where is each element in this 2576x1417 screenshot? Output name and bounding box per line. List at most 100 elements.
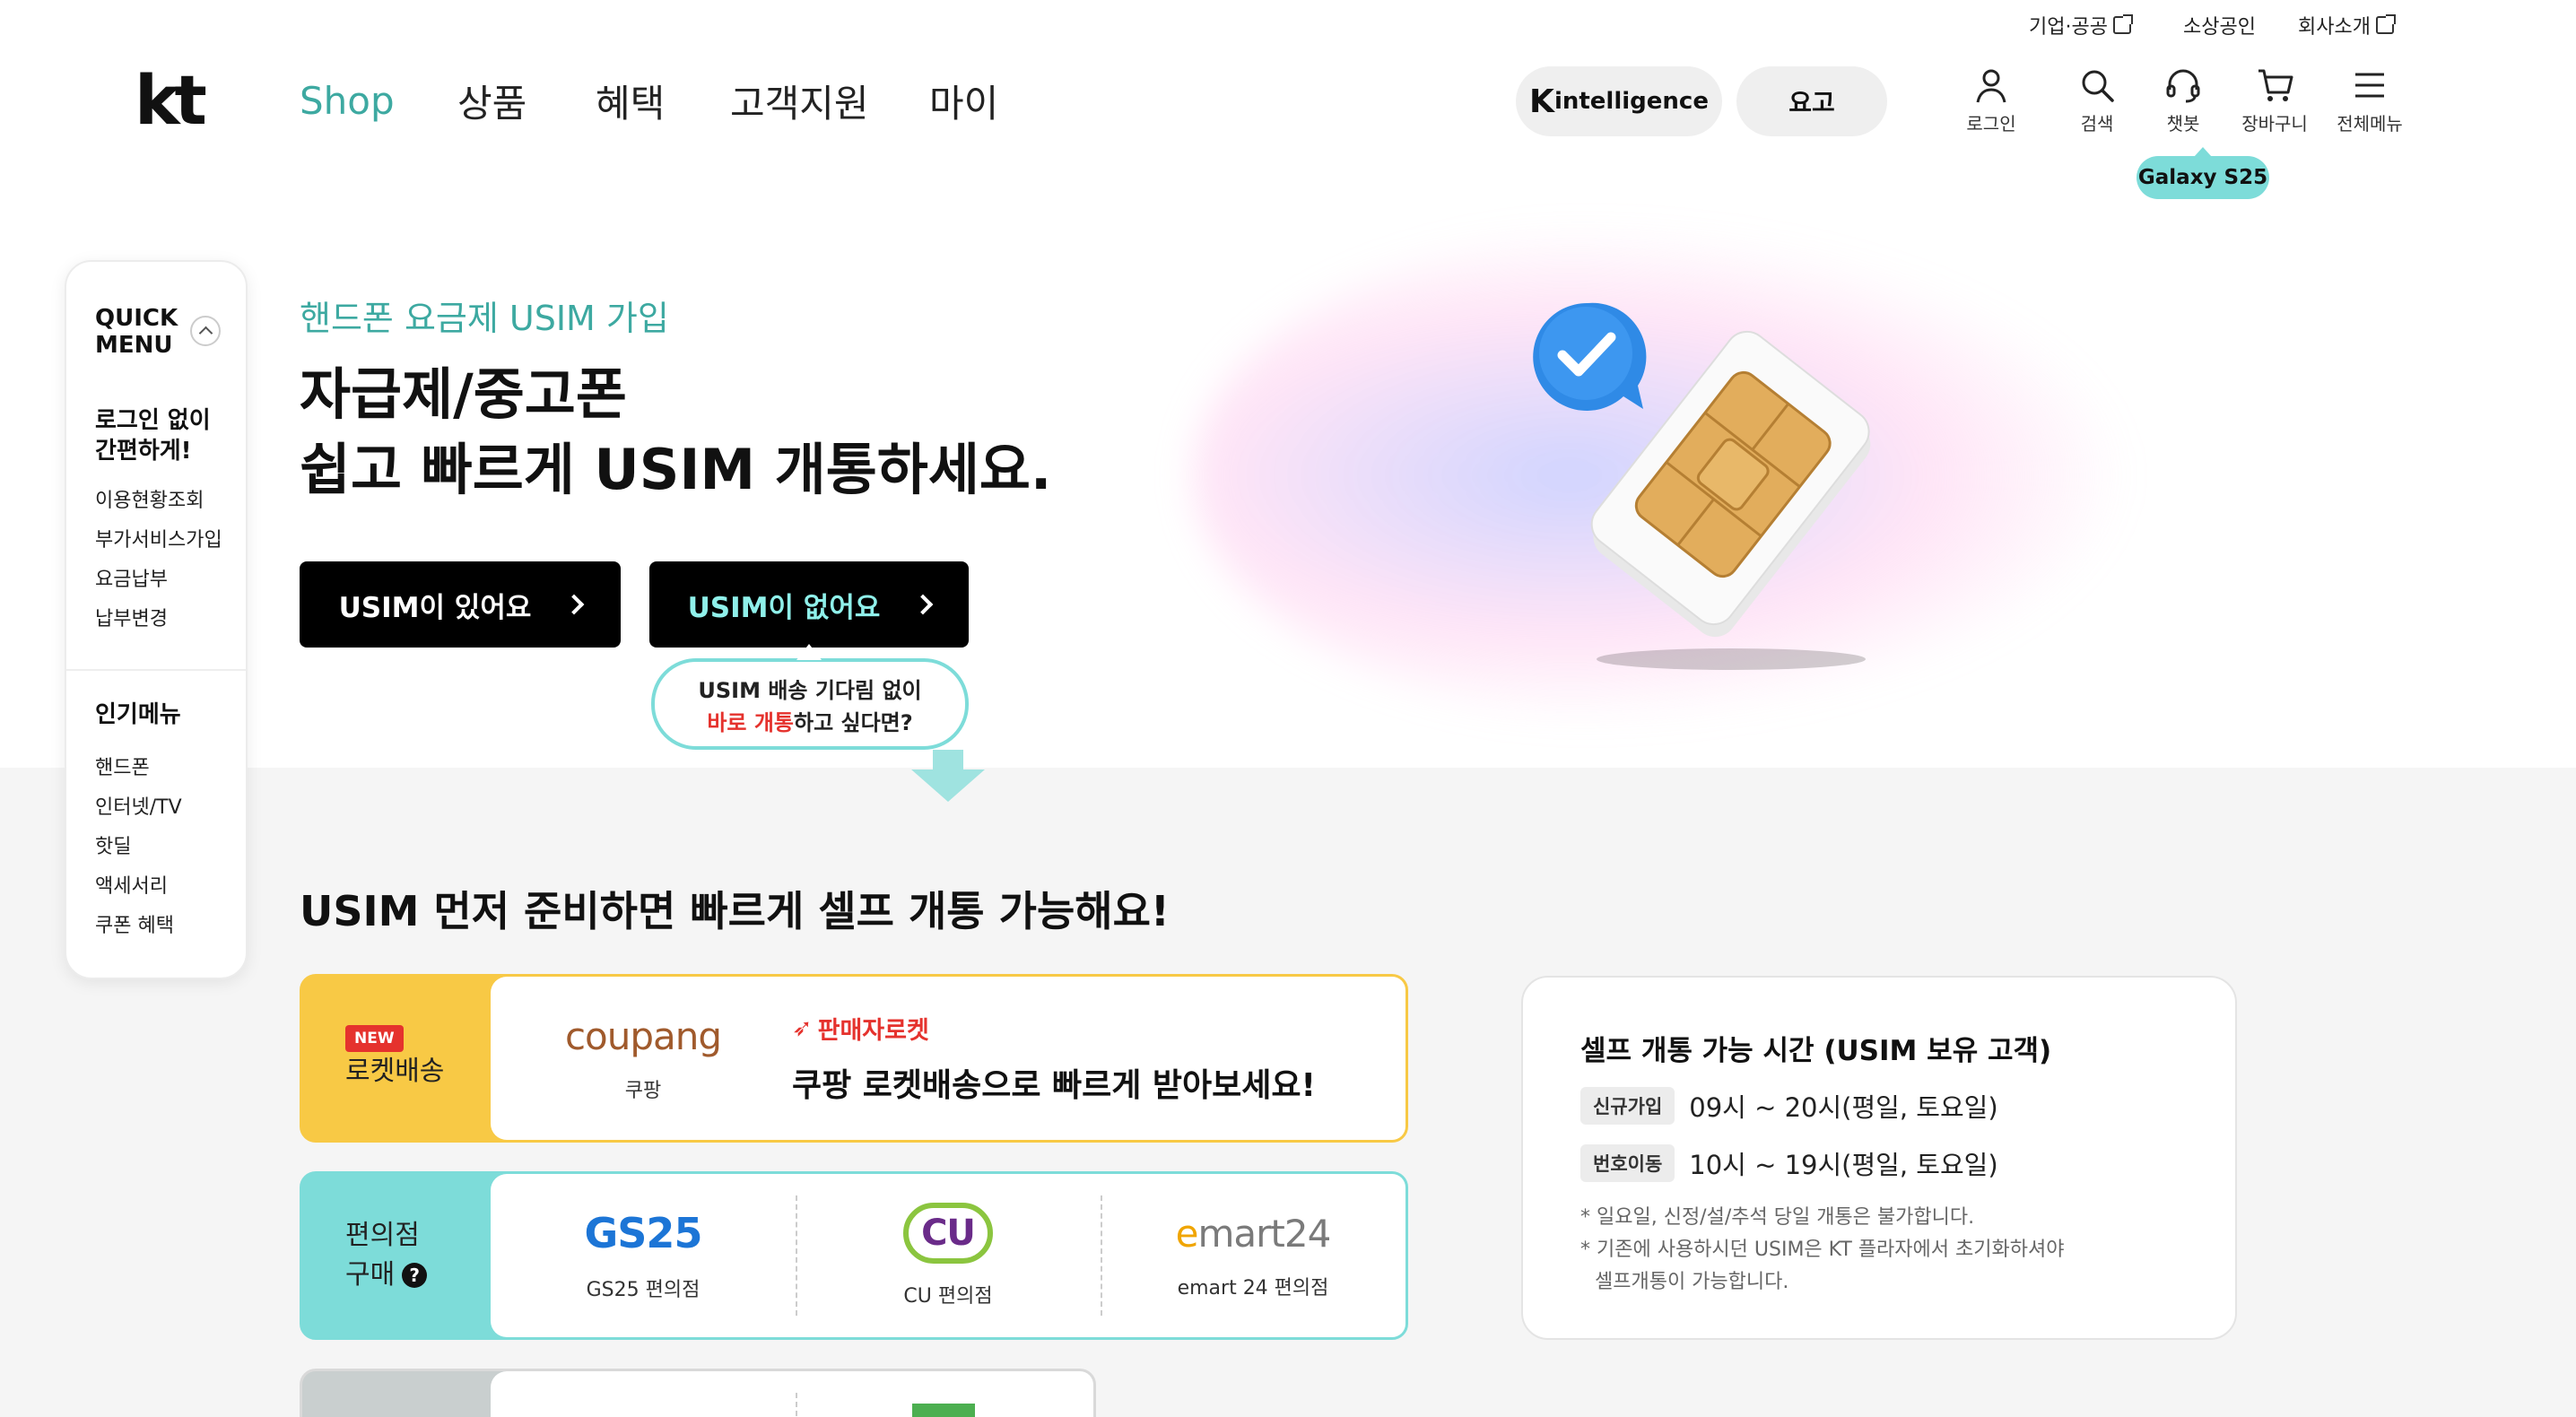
cart-button[interactable]: 장바구니 — [2230, 66, 2319, 135]
instant-activation-bubble[interactable]: USIM 배송 기다림 없이 바로 개통하고 싶다면? — [651, 658, 969, 750]
usim-not-have-label: USIM이 없어요 — [687, 591, 881, 624]
quick-menu-item[interactable]: 요금납부 — [95, 563, 168, 592]
quick-menu-item[interactable]: 쿠폰 혜택 — [95, 909, 174, 938]
usim-have-label: USIM이 있어요 — [338, 591, 532, 624]
third-row-main — [491, 1371, 1093, 1417]
bubble-line2: 바로 개통하고 싶다면? — [655, 707, 965, 739]
quick-menu-item[interactable]: 핸드폰 — [95, 752, 150, 780]
gs25-label: GS25 편의점 — [586, 1279, 701, 1301]
gnb-products[interactable]: 상품 — [457, 74, 527, 127]
cvs-side: 편의점 구매 ? — [302, 1174, 491, 1337]
hero-title-line2: 쉽고 빠르게 USIM 개통하세요. — [300, 437, 1052, 502]
info-badge: 번호이동 — [1580, 1144, 1675, 1182]
chatbot-label: 챗봇 — [2166, 113, 2200, 135]
coupang-logo-sub: 쿠팡 — [624, 1079, 662, 1102]
rocket-icon: ➶ — [792, 1014, 813, 1042]
hero-title: 자급제/중고폰 쉽고 빠르게 USIM 개통하세요. — [300, 357, 1051, 508]
login-button[interactable]: 로그인 — [1946, 66, 2036, 135]
intelligence-button[interactable]: K intelligence — [1516, 66, 1722, 136]
chevron-right-icon — [564, 594, 585, 615]
info-time: 10시 ~ 19시(평일, 토요일) — [1689, 1150, 1998, 1180]
quick-menu-item[interactable]: 납부변경 — [95, 603, 168, 631]
emart24-store[interactable]: emart24 emart 24 편의점 — [1101, 1174, 1405, 1337]
gs25-store[interactable]: GS25 GS25 편의점 — [491, 1174, 796, 1337]
help-icon[interactable]: ? — [402, 1263, 428, 1288]
utility-link-company[interactable]: 회사소개 — [2298, 9, 2396, 41]
cu-store[interactable]: CU CU 편의점 — [796, 1174, 1101, 1337]
emart24-label: emart 24 편의점 — [1177, 1276, 1329, 1300]
gnb-benefits[interactable]: 혜택 — [596, 74, 665, 127]
quick-menu-toggle[interactable] — [190, 316, 221, 346]
quick-menu-title-line1: QUICK — [95, 305, 178, 332]
bubble-line1: USIM 배송 기다림 없이 — [698, 678, 922, 703]
quick-menu: QUICK MENU 로그인 없이 간편하게! 이용현황조회 부가서비스가입 요… — [65, 260, 248, 979]
cu-label: CU 편의점 — [903, 1285, 993, 1308]
quick-menu-item[interactable]: 부가서비스가입 — [95, 524, 222, 552]
usim-have-button[interactable]: USIM이 있어요 — [300, 561, 621, 648]
cart-label: 장바구니 — [2241, 113, 2308, 135]
usim-not-have-button[interactable]: USIM이 없어요 — [649, 561, 969, 648]
cvs-main: GS25 GS25 편의점 CU CU 편의점 emart24 emart 24… — [491, 1174, 1405, 1337]
quick-menu-item[interactable]: 이용현황조회 — [95, 484, 204, 513]
info-time: 09시 ~ 20시(평일, 토요일) — [1689, 1092, 1998, 1123]
quick-menu-item[interactable]: 액세서리 — [95, 870, 168, 899]
gnb-my[interactable]: 마이 — [929, 74, 998, 127]
gnb-support[interactable]: 고객지원 — [730, 74, 869, 127]
utility-link-company-label: 회사소개 — [2298, 16, 2371, 39]
third-row-side — [302, 1371, 491, 1417]
quick-menu-group2-title: 인기메뉴 — [95, 701, 181, 728]
quick-menu-group1-title: 로그인 없이 간편하게! — [95, 405, 211, 466]
login-label: 로그인 — [1966, 113, 2016, 135]
info-notes: * 일요일, 신정/설/추석 당일 개통은 불가합니다. * 기존에 사용하시던… — [1580, 1202, 2064, 1299]
gnb-shop[interactable]: Shop — [300, 74, 395, 127]
divider — [796, 1393, 797, 1416]
new-badge: NEW — [345, 1025, 404, 1052]
k-logo-mark: K — [1529, 83, 1554, 120]
self-activation-info-card: 셀프 개통 가능 시간 (USIM 보유 고객) 신규가입 09시 ~ 20시(… — [1521, 976, 2237, 1340]
coupang-main: coupang 쿠팡 ➶ 판매자로켓 쿠팡 로켓배송으로 빠르게 받아보세요! — [491, 977, 1405, 1140]
emart24-logo: emart24 — [1176, 1212, 1332, 1256]
all-menu-label: 전체메뉴 — [2337, 113, 2403, 135]
external-link-icon — [2375, 14, 2396, 34]
chatbot-button[interactable]: 챗봇 — [2138, 66, 2228, 135]
check-badge-icon — [1533, 302, 1647, 411]
quick-menu-item[interactable]: 인터넷/TV — [95, 791, 182, 820]
cvs-row: 편의점 구매 ? GS25 GS25 편의점 CU CU 편의점 emart24… — [300, 1171, 1408, 1340]
chatbot-tooltip[interactable]: Galaxy S25 — [2137, 147, 2269, 199]
info-note: * 일요일, 신정/설/추석 당일 개통은 불가합니다. — [1580, 1206, 1975, 1229]
quick-menu-item[interactable]: 핫딜 — [95, 830, 131, 859]
rocket-delivery-label: 로켓배송 — [345, 1056, 445, 1087]
section-title: USIM 먼저 준비하면 빠르게 셀프 개통 가능해요! — [300, 887, 1170, 935]
group1-title-line2: 간편하게! — [95, 438, 192, 465]
cvs-side-line2-label: 구매 — [345, 1259, 396, 1291]
quick-menu-divider — [66, 669, 246, 671]
bubble-highlight: 바로 개통 — [707, 710, 794, 735]
headset-icon — [2166, 69, 2200, 103]
coupang-row[interactable]: NEW 로켓배송 coupang 쿠팡 ➶ 판매자로켓 쿠팡 로켓배송으로 빠르… — [300, 974, 1408, 1143]
rocket-tag-label: 판매자로켓 — [817, 1017, 929, 1045]
quick-menu-title-line2: MENU — [95, 332, 173, 359]
info-title: 셀프 개통 가능 시간 (USIM 보유 고객) — [1580, 1035, 2052, 1067]
search-label: 검색 — [2080, 113, 2114, 135]
search-button[interactable]: 검색 — [2052, 66, 2142, 135]
all-menu-button[interactable]: 전체메뉴 — [2325, 66, 2415, 135]
utility-link-small-biz-label: 소상공인 — [2183, 16, 2256, 39]
hero-kicker: 핸드폰 요금제 USIM 가입 — [300, 299, 669, 338]
quick-menu-title: QUICK MENU — [95, 305, 178, 359]
coupang-logo-col: coupang 쿠팡 — [544, 977, 742, 1140]
info-row-port: 번호이동 10시 ~ 19시(평일, 토요일) — [1580, 1144, 1998, 1182]
coupang-logo: coupang — [564, 1013, 722, 1058]
search-icon — [2082, 70, 2114, 102]
bubble-tip — [796, 644, 822, 660]
store-logo-partial — [912, 1404, 975, 1417]
utility-link-small-biz[interactable]: 소상공인 — [2183, 9, 2256, 41]
cu-logo: CU — [903, 1203, 993, 1264]
coupang-desc: 쿠팡 로켓배송으로 빠르게 받아보세요! — [792, 1067, 1316, 1104]
info-note: * 기존에 사용하시던 USIM은 KT 플라자에서 초기화하셔야 — [1580, 1239, 2065, 1261]
chevron-right-icon — [913, 594, 934, 615]
utility-link-biz[interactable]: 기업·공공 — [2029, 9, 2133, 41]
info-badge: 신규가입 — [1580, 1087, 1675, 1125]
kt-logo[interactable]: kt — [135, 66, 207, 135]
cvs-side-line2: 구매 ? — [345, 1256, 491, 1295]
yogo-plan-button[interactable]: 요고 — [1736, 66, 1887, 136]
